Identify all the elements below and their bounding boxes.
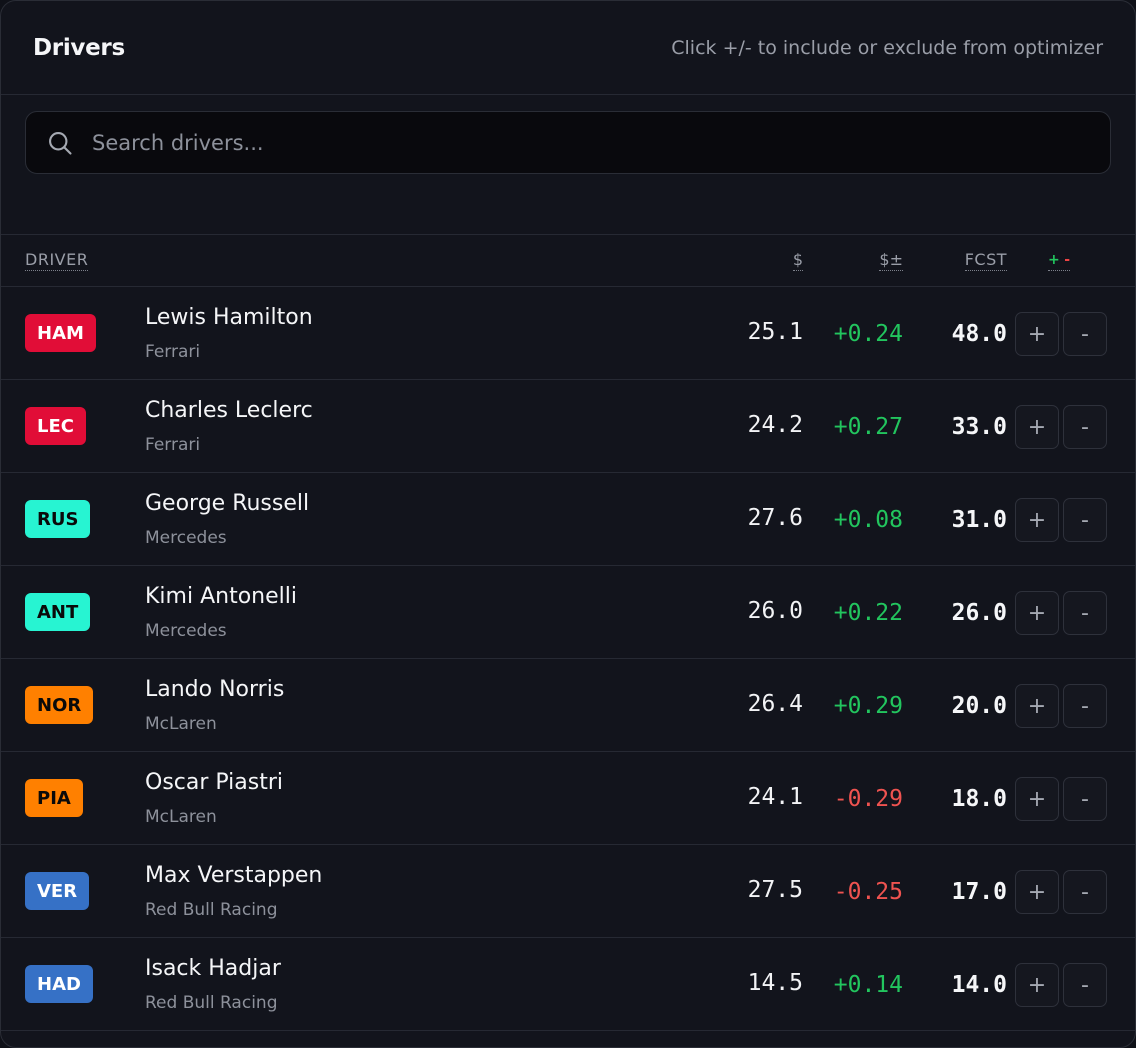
driver-name: Charles Leclerc bbox=[145, 398, 313, 423]
driver-price-change: +0.24 bbox=[833, 321, 903, 347]
driver-name: Isack Hadjar bbox=[145, 956, 281, 981]
driver-price: 25.1 bbox=[747, 319, 803, 345]
driver-price: 27.6 bbox=[747, 505, 803, 531]
exclude-button[interactable]: - bbox=[1063, 684, 1107, 728]
driver-team: Mercedes bbox=[145, 621, 227, 641]
driver-name: Lando Norris bbox=[145, 677, 285, 702]
driver-price: 27.5 bbox=[747, 877, 803, 903]
driver-row[interactable]: RUS George Russell Mercedes 27.6 +0.08 3… bbox=[1, 473, 1135, 566]
driver-code-badge: HAM bbox=[25, 314, 96, 352]
exclude-button[interactable]: - bbox=[1063, 591, 1107, 635]
driver-forecast: 17.0 bbox=[951, 879, 1007, 905]
column-header-forecast[interactable]: FCST bbox=[964, 250, 1007, 271]
driver-price-change: -0.25 bbox=[833, 879, 903, 905]
include-button[interactable]: + bbox=[1015, 870, 1059, 914]
exclude-button[interactable]: - bbox=[1063, 405, 1107, 449]
driver-team: Mercedes bbox=[145, 528, 227, 548]
driver-forecast: 18.0 bbox=[951, 786, 1007, 812]
driver-price: 24.2 bbox=[747, 412, 803, 438]
driver-forecast: 33.0 bbox=[951, 414, 1007, 440]
driver-price-change: +0.22 bbox=[833, 600, 903, 626]
panel-hint: Click +/- to include or exclude from opt… bbox=[671, 36, 1103, 59]
driver-list: HAM Lewis Hamilton Ferrari 25.1 +0.24 48… bbox=[1, 287, 1135, 1031]
driver-row[interactable]: ANT Kimi Antonelli Mercedes 26.0 +0.22 2… bbox=[1, 566, 1135, 659]
panel-header: Drivers Click +/- to include or exclude … bbox=[1, 1, 1135, 95]
driver-name: Oscar Piastri bbox=[145, 770, 284, 795]
driver-row[interactable]: HAM Lewis Hamilton Ferrari 25.1 +0.24 48… bbox=[1, 287, 1135, 380]
search-icon bbox=[49, 131, 72, 155]
driver-forecast: 48.0 bbox=[951, 321, 1007, 347]
include-button[interactable]: + bbox=[1015, 312, 1059, 356]
driver-code-badge: LEC bbox=[25, 407, 86, 445]
driver-forecast: 26.0 bbox=[951, 600, 1007, 626]
driver-code-badge: VER bbox=[25, 872, 90, 910]
panel-title: Drivers bbox=[33, 34, 125, 61]
driver-code-badge: RUS bbox=[25, 500, 91, 538]
driver-team: Red Bull Racing bbox=[145, 900, 278, 920]
exclude-button[interactable]: - bbox=[1063, 870, 1107, 914]
driver-price-change: +0.29 bbox=[833, 693, 903, 719]
driver-team: McLaren bbox=[145, 714, 217, 734]
exclude-button[interactable]: - bbox=[1063, 777, 1107, 821]
search-box[interactable] bbox=[25, 111, 1111, 174]
exclude-legend: - bbox=[1064, 252, 1070, 268]
driver-price: 24.1 bbox=[747, 784, 803, 810]
driver-row[interactable]: HAD Isack Hadjar Red Bull Racing 14.5 +0… bbox=[1, 938, 1135, 1031]
exclude-button[interactable]: - bbox=[1063, 498, 1107, 542]
drivers-panel: Drivers Click +/- to include or exclude … bbox=[0, 0, 1136, 1048]
include-button[interactable]: + bbox=[1015, 591, 1059, 635]
driver-name: Lewis Hamilton bbox=[145, 305, 313, 330]
driver-forecast: 31.0 bbox=[951, 507, 1007, 533]
exclude-button[interactable]: - bbox=[1063, 312, 1107, 356]
driver-code-badge: PIA bbox=[25, 779, 83, 817]
column-header-price-change[interactable]: $± bbox=[879, 250, 903, 271]
column-header-driver[interactable]: DRIVER bbox=[25, 250, 89, 271]
driver-code-badge: NOR bbox=[25, 686, 94, 724]
driver-price-change: -0.29 bbox=[833, 786, 903, 812]
driver-price-change: +0.14 bbox=[833, 972, 903, 998]
search-input[interactable] bbox=[92, 130, 1110, 155]
include-legend: + bbox=[1048, 252, 1060, 268]
driver-forecast: 20.0 bbox=[951, 693, 1007, 719]
driver-team: Ferrari bbox=[145, 435, 201, 455]
driver-row[interactable]: PIA Oscar Piastri McLaren 24.1 -0.29 18.… bbox=[1, 752, 1135, 845]
table-header: DRIVER $ $± FCST + - bbox=[1, 235, 1135, 287]
driver-team: Red Bull Racing bbox=[145, 993, 278, 1013]
driver-row[interactable]: NOR Lando Norris McLaren 26.4 +0.29 20.0… bbox=[1, 659, 1135, 752]
include-button[interactable]: + bbox=[1015, 498, 1059, 542]
include-button[interactable]: + bbox=[1015, 963, 1059, 1007]
search-section bbox=[1, 95, 1135, 235]
include-button[interactable]: + bbox=[1015, 777, 1059, 821]
driver-row[interactable]: VER Max Verstappen Red Bull Racing 27.5 … bbox=[1, 845, 1135, 938]
driver-price-change: +0.08 bbox=[833, 507, 903, 533]
driver-code-badge: HAD bbox=[25, 965, 93, 1003]
driver-price: 26.4 bbox=[747, 691, 803, 717]
column-header-price[interactable]: $ bbox=[792, 250, 803, 271]
driver-code-badge: ANT bbox=[25, 593, 91, 631]
driver-forecast: 14.0 bbox=[951, 972, 1007, 998]
exclude-button[interactable]: - bbox=[1063, 963, 1107, 1007]
driver-price-change: +0.27 bbox=[833, 414, 903, 440]
driver-price: 14.5 bbox=[747, 970, 803, 996]
include-button[interactable]: + bbox=[1015, 684, 1059, 728]
column-header-include-exclude[interactable]: + - bbox=[1048, 250, 1070, 271]
driver-team: McLaren bbox=[145, 807, 217, 827]
include-button[interactable]: + bbox=[1015, 405, 1059, 449]
driver-price: 26.0 bbox=[747, 598, 803, 624]
driver-name: Kimi Antonelli bbox=[145, 584, 297, 609]
driver-name: Max Verstappen bbox=[145, 863, 323, 888]
driver-name: George Russell bbox=[145, 491, 310, 516]
driver-row[interactable]: LEC Charles Leclerc Ferrari 24.2 +0.27 3… bbox=[1, 380, 1135, 473]
driver-team: Ferrari bbox=[145, 342, 201, 362]
